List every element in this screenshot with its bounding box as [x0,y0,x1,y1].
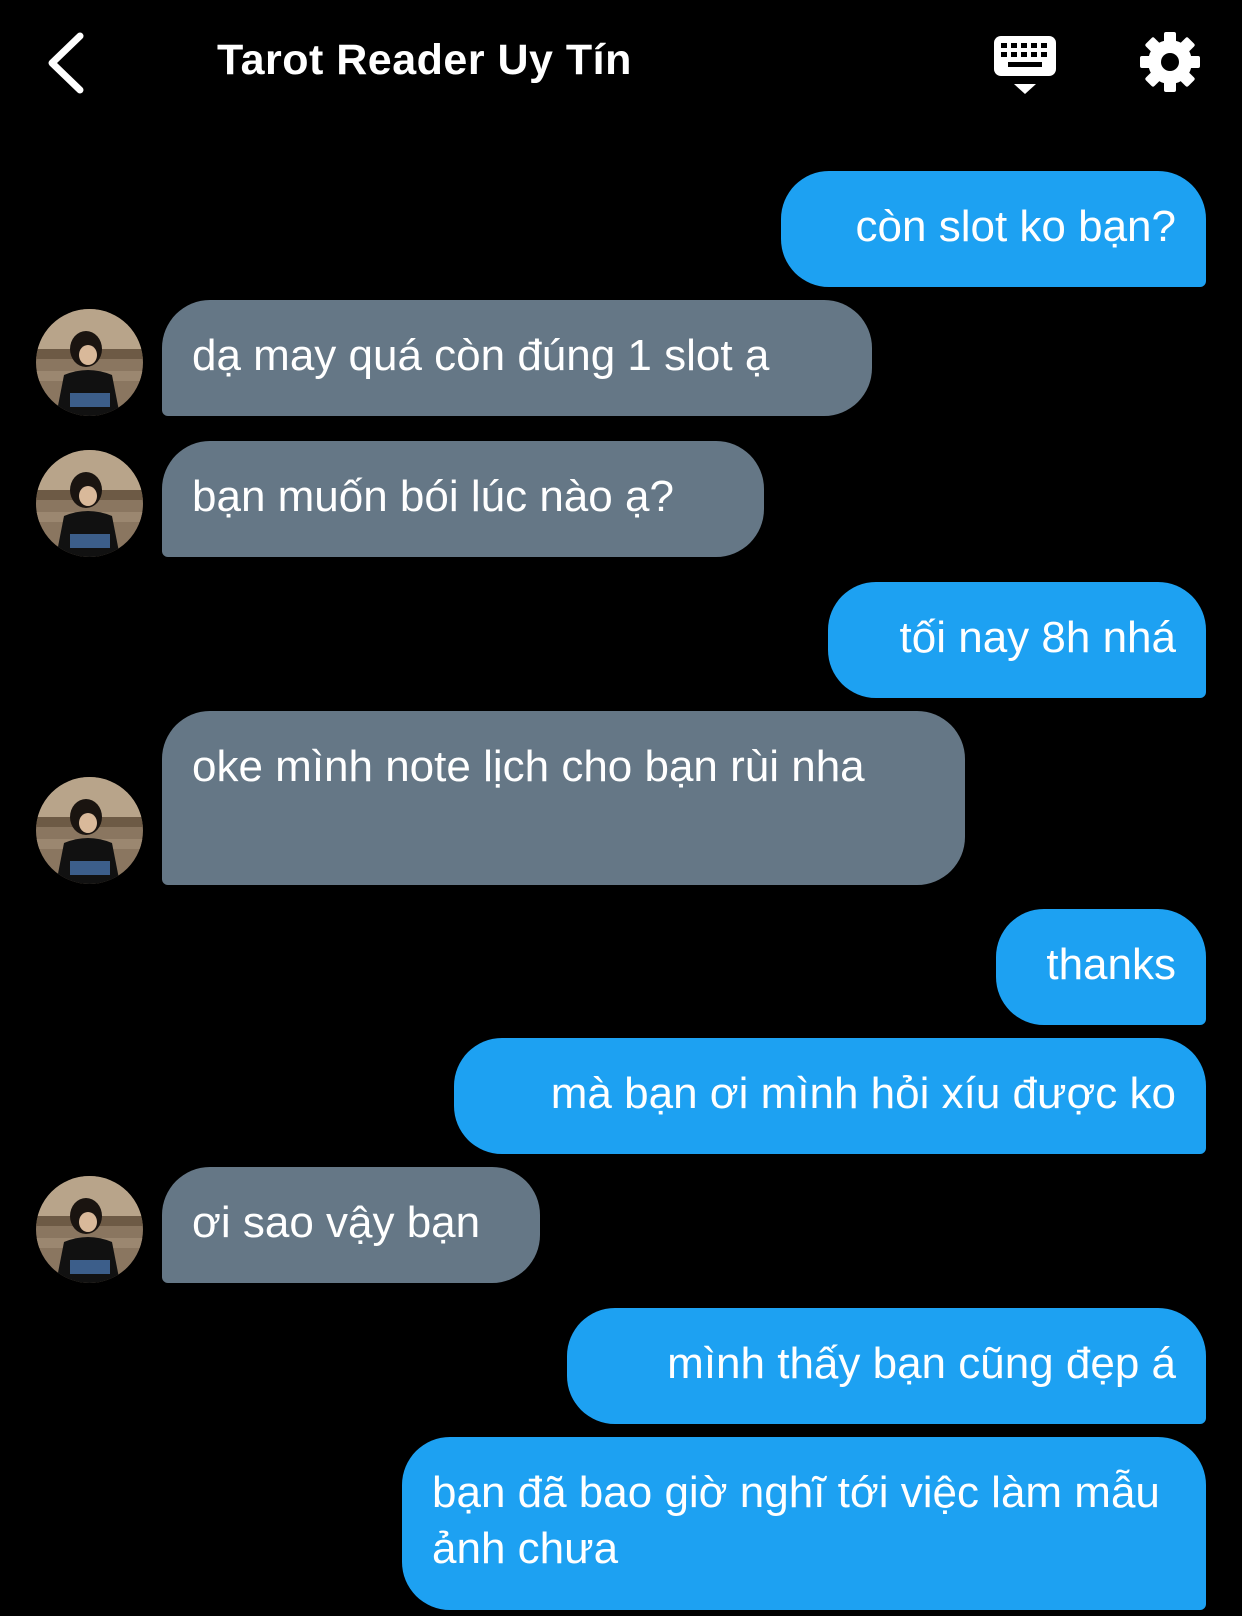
avatar[interactable] [36,450,143,557]
outgoing-message[interactable]: tối nay 8h nhá [828,582,1206,698]
avatar-photo [36,1176,143,1283]
message-text: bạn đã bao giờ nghĩ tới việc làm mẫu ảnh… [432,1468,1160,1573]
chevron-left-icon [48,32,84,94]
conversation-title: Tarot Reader Uy Tín [217,36,632,84]
incoming-message[interactable]: ơi sao vậy bạn [162,1167,540,1283]
chat-header: Tarot Reader Uy Tín [0,0,1242,130]
message-text: mình thấy bạn cũng đẹp á [667,1339,1176,1388]
avatar-photo [36,309,143,416]
outgoing-message[interactable]: mình thấy bạn cũng đẹp á [567,1308,1206,1424]
outgoing-message[interactable]: còn slot ko bạn? [781,171,1206,287]
settings-button[interactable] [1138,30,1202,94]
message-text: mà bạn ơi mình hỏi xíu được ko [550,1069,1176,1118]
outgoing-message[interactable]: bạn đã bao giờ nghĩ tới việc làm mẫu ảnh… [402,1437,1206,1610]
avatar[interactable] [36,309,143,416]
avatar-photo [36,450,143,557]
message-text: ơi sao vậy bạn [192,1198,481,1247]
keyboard-icon [994,36,1056,94]
keyboard-toggle-button[interactable] [992,32,1058,98]
outgoing-message[interactable]: thanks [996,909,1206,1025]
outgoing-message[interactable]: mà bạn ơi mình hỏi xíu được ko [454,1038,1206,1154]
message-text: tối nay 8h nhá [899,613,1176,662]
incoming-message[interactable]: dạ may quá còn đúng 1 slot ạ [162,300,872,416]
message-text: thanks [1046,940,1176,989]
gear-icon [1140,32,1200,92]
incoming-message[interactable]: bạn muốn bói lúc nào ạ? [162,441,764,557]
message-text: còn slot ko bạn? [855,202,1176,251]
avatar-photo [36,777,143,884]
message-text: bạn muốn bói lúc nào ạ? [192,472,674,521]
avatar[interactable] [36,777,143,884]
message-text: oke mình note lịch cho bạn rùi nha [192,742,865,791]
incoming-message[interactable]: oke mình note lịch cho bạn rùi nha [162,711,965,885]
avatar[interactable] [36,1176,143,1283]
message-text: dạ may quá còn đúng 1 slot ạ [192,331,770,380]
back-button[interactable] [40,30,100,96]
